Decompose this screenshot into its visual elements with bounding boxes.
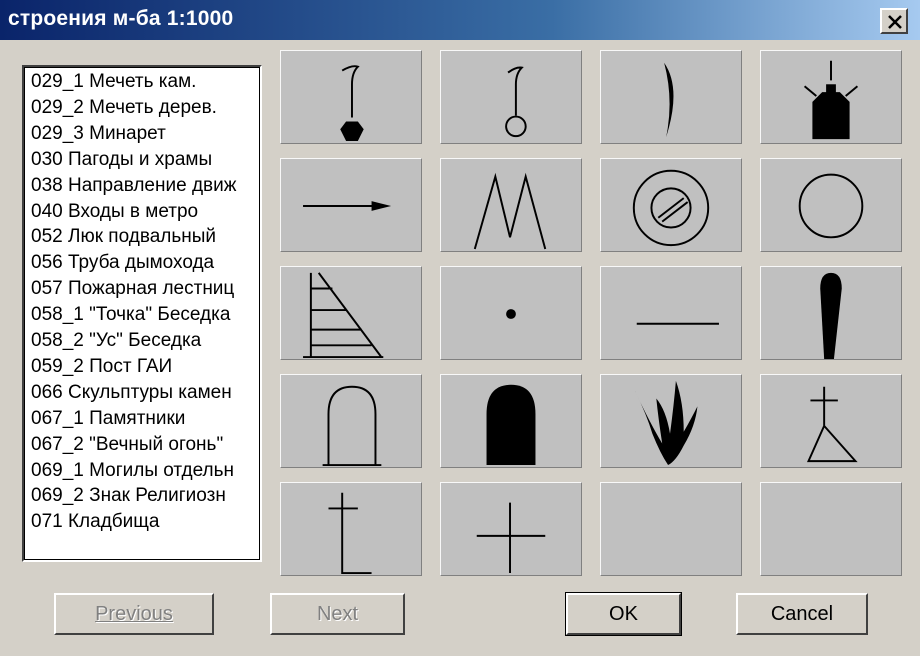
single-grave-icon bbox=[806, 386, 858, 463]
symbol-cell[interactable] bbox=[600, 158, 742, 252]
basement-hatch-icon bbox=[632, 169, 710, 247]
direction-arrow-icon bbox=[303, 201, 392, 211]
list-item[interactable]: 066 Скульптуры камен bbox=[31, 381, 232, 405]
traffic-police-post-icon bbox=[820, 272, 842, 359]
minaret-icon bbox=[664, 62, 674, 138]
symbol-cell[interactable] bbox=[280, 50, 422, 144]
monument-icon bbox=[486, 384, 536, 466]
symbol-cell[interactable] bbox=[280, 374, 422, 468]
ok-button[interactable]: OK bbox=[565, 592, 682, 636]
pagoda-temple-icon bbox=[803, 60, 859, 140]
symbol-cell[interactable] bbox=[280, 482, 422, 576]
ok-button-label: OK bbox=[609, 602, 638, 625]
previous-button-label: Previous bbox=[95, 602, 173, 625]
symbol-cell[interactable] bbox=[760, 50, 902, 144]
list-item[interactable]: 052 Люк подвальный bbox=[31, 225, 216, 249]
cemetery-cross-icon bbox=[476, 502, 546, 574]
symbol-cell[interactable] bbox=[600, 50, 742, 144]
gazebo-dot-icon bbox=[506, 309, 516, 319]
next-button-label: Next bbox=[316, 602, 359, 625]
window-title: строения м-ба 1:1000 bbox=[8, 7, 234, 30]
list-item[interactable]: 029_3 Минарет bbox=[31, 122, 166, 146]
symbol-cell[interactable] bbox=[760, 482, 902, 576]
mosque-wood-icon bbox=[505, 66, 527, 138]
list-item[interactable]: 067_1 Памятники bbox=[31, 407, 185, 431]
list-item[interactable]: 069_1 Могилы отдельн bbox=[31, 459, 234, 483]
list-item[interactable]: 071 Кладбища bbox=[31, 510, 159, 534]
title-bar: строения м-ба 1:1000 bbox=[0, 0, 920, 40]
empty-slot bbox=[761, 483, 901, 575]
list-item[interactable]: 040 Входы в метро bbox=[31, 200, 198, 224]
symbol-cell[interactable] bbox=[440, 266, 582, 360]
chimney-icon bbox=[798, 173, 864, 239]
symbol-cell[interactable] bbox=[440, 158, 582, 252]
cancel-button-label: Cancel bbox=[770, 602, 834, 625]
list-item[interactable]: 029_1 Мечеть кам. bbox=[31, 70, 196, 94]
symbol-cell[interactable] bbox=[760, 158, 902, 252]
eternal-flame-icon bbox=[634, 380, 698, 466]
symbol-cell[interactable] bbox=[760, 266, 902, 360]
symbol-cell[interactable] bbox=[280, 266, 422, 360]
symbol-cell[interactable] bbox=[760, 374, 902, 468]
symbol-cell[interactable] bbox=[440, 374, 582, 468]
metro-entrance-icon bbox=[473, 172, 547, 250]
symbol-cell[interactable] bbox=[440, 482, 582, 576]
list-item[interactable]: 057 Пожарная лестниц bbox=[31, 277, 234, 301]
close-icon bbox=[888, 15, 902, 29]
symbol-cell[interactable] bbox=[600, 266, 742, 360]
mosque-stone-icon bbox=[340, 65, 364, 142]
list-item[interactable]: 056 Труба дымохода bbox=[31, 251, 214, 275]
list-item[interactable]: 059_2 Пост ГАИ bbox=[31, 355, 172, 379]
symbol-list[interactable]: 029_1 Мечеть кам. 029_2 Мечеть дерев. 029_… bbox=[22, 65, 262, 562]
list-item[interactable]: 058_1 "Точка" Беседка bbox=[31, 303, 230, 327]
next-button[interactable]: Next bbox=[270, 593, 405, 635]
close-button[interactable] bbox=[880, 8, 908, 34]
religious-sign-icon bbox=[328, 492, 372, 575]
empty-slot bbox=[601, 483, 741, 575]
fire-ladder-icon bbox=[303, 272, 384, 359]
symbol-cell[interactable] bbox=[280, 158, 422, 252]
symbol-cell[interactable] bbox=[440, 50, 582, 144]
list-item[interactable]: 038 Направление движ bbox=[31, 174, 236, 198]
list-item[interactable]: 058_2 "Ус" Беседка bbox=[31, 329, 201, 353]
list-item[interactable]: 030 Пагоды и храмы bbox=[31, 148, 212, 172]
symbol-cell[interactable] bbox=[600, 482, 742, 576]
list-item[interactable]: 029_2 Мечеть дерев. bbox=[31, 96, 217, 120]
list-item[interactable]: 067_2 "Вечный огонь" bbox=[31, 433, 223, 457]
cancel-button[interactable]: Cancel bbox=[736, 593, 868, 635]
stone-sculpture-icon bbox=[322, 385, 382, 467]
previous-button[interactable]: Previous bbox=[54, 593, 214, 635]
gazebo-line-icon bbox=[636, 322, 719, 325]
list-item[interactable]: 069_2 Знак Религиозн bbox=[31, 484, 226, 508]
symbol-cell[interactable] bbox=[600, 374, 742, 468]
